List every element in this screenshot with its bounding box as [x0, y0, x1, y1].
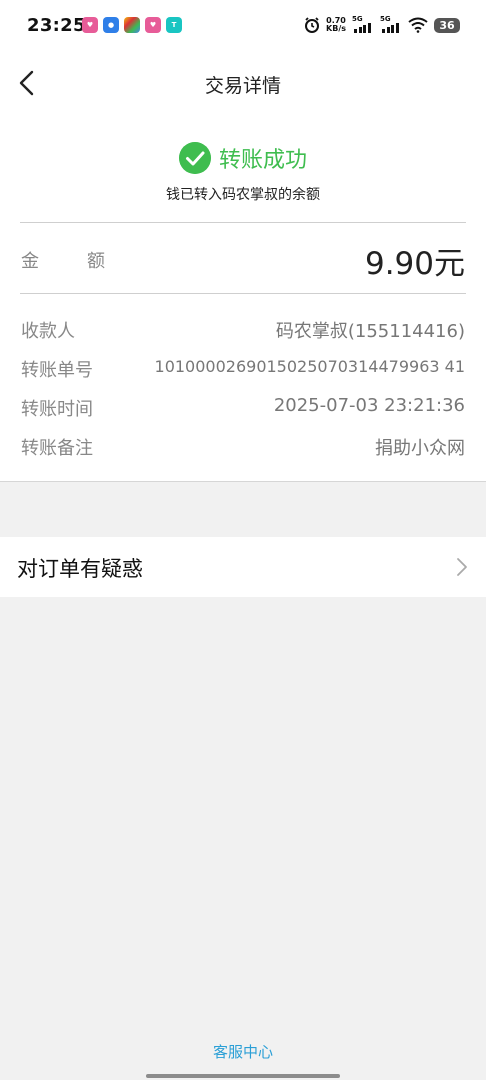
customer-service-link[interactable]: 客服中心 — [0, 1041, 486, 1062]
app-notification-icon: ♥ — [82, 17, 98, 33]
status-time: 23:25 — [27, 15, 86, 36]
status-bar: 23:25 ♥ ● ♥ T 0.70 KB/s 5G 5G 36 — [0, 0, 486, 52]
battery-icon: 36 — [434, 17, 460, 33]
payee-value: 码农掌叔(155114416) — [275, 321, 465, 342]
chrome-like-icon — [124, 17, 140, 33]
order-question-label: 对订单有疑惑 — [17, 557, 143, 581]
home-indicator[interactable] — [146, 1074, 340, 1078]
transfer-note-value: 捐助小众网 — [375, 438, 465, 459]
baidu-icon: ● — [103, 17, 119, 33]
wifi-icon — [408, 17, 428, 33]
amount-label-char: 金 — [21, 251, 39, 272]
sim2-label: 5G — [380, 15, 391, 23]
divider — [20, 293, 466, 294]
amount-value: 9.90元 — [364, 246, 465, 282]
transfer-note-label: 转账备注 — [21, 438, 93, 459]
success-banner: 转账成功 — [0, 142, 486, 178]
order-number-value: 1010000269015025070314479963 41 — [154, 357, 465, 376]
network-speed: 0.70 KB/s — [326, 17, 346, 33]
signal-sim2-icon: 5G — [380, 15, 402, 35]
page-title: 交易详情 — [204, 75, 281, 97]
signal-sim1-icon: 5G — [352, 15, 374, 35]
chevron-right-icon — [457, 558, 467, 576]
order-question-row[interactable]: 对订单有疑惑 — [0, 537, 486, 597]
app-notification-icon: ♥ — [145, 17, 161, 33]
success-message: 钱已转入码农掌叔的余额 — [166, 187, 320, 203]
transfer-time-label: 转账时间 — [21, 399, 93, 420]
order-number-label: 转账单号 — [21, 360, 93, 381]
divider — [20, 222, 466, 223]
sim1-label: 5G — [352, 15, 363, 23]
check-circle-icon — [178, 142, 211, 174]
success-status: 转账成功 — [218, 148, 307, 173]
taptap-icon: T — [166, 17, 182, 33]
amount-label-char: 额 — [87, 251, 105, 272]
alarm-icon — [305, 17, 320, 33]
payee-label: 收款人 — [21, 321, 75, 342]
network-speed-unit: KB/s — [326, 24, 346, 33]
amount-label: 金 额 — [21, 247, 105, 273]
transfer-time-value: 2025-07-03 23:21:36 — [273, 395, 465, 416]
section-divider — [0, 481, 486, 482]
notification-icons: ♥ ● ♥ T — [82, 17, 182, 33]
